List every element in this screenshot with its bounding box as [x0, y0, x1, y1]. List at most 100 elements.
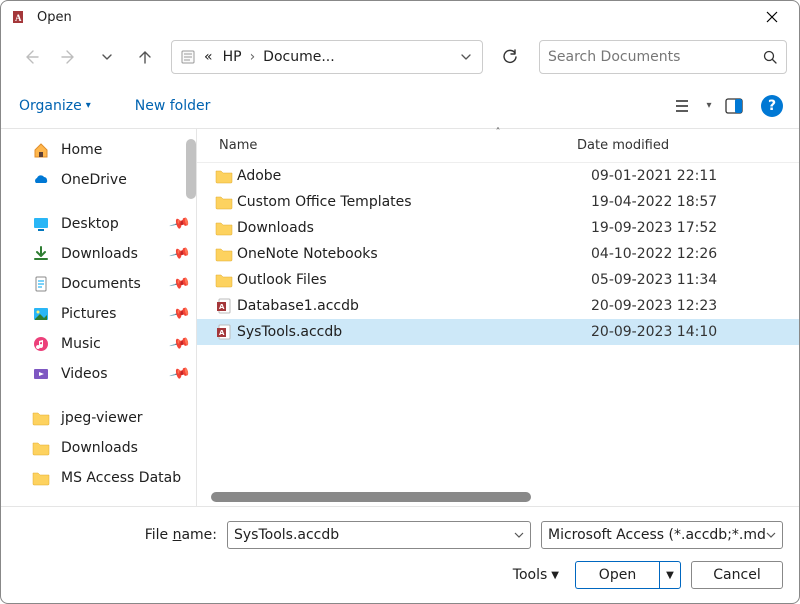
new-folder-button[interactable]: New folder	[133, 94, 213, 118]
tree-item-onedrive[interactable]: OneDrive	[1, 165, 196, 195]
organize-menu[interactable]: Organize ▾	[17, 94, 93, 118]
svg-text:A: A	[219, 329, 225, 337]
column-headers: ˄ Name Date modified	[197, 129, 799, 163]
pin-icon: 📌	[168, 333, 191, 356]
close-button[interactable]	[749, 1, 795, 33]
search-icon	[762, 49, 778, 65]
pictures-icon	[31, 305, 51, 323]
file-list: ˄ Name Date modified Adobe09-01-2021 22:…	[197, 129, 799, 506]
help-button[interactable]: ?	[761, 95, 783, 117]
file-row[interactable]: OneNote Notebooks04-10-2022 12:26	[197, 241, 799, 267]
navigation-tree[interactable]: HomeOneDrive Desktop📌Downloads📌Documents…	[1, 129, 197, 506]
file-date: 04-10-2022 12:26	[591, 246, 799, 262]
folder-icon	[211, 246, 237, 262]
music-icon	[31, 335, 51, 353]
view-menu[interactable]	[667, 89, 701, 123]
file-name: Adobe	[237, 168, 591, 184]
file-date: 19-09-2023 17:52	[591, 220, 799, 236]
tree-item-folder[interactable]: jpeg-viewer	[1, 403, 196, 433]
pin-icon: 📌	[168, 213, 191, 236]
file-date: 19-04-2022 18:57	[591, 194, 799, 210]
preview-pane-button[interactable]	[717, 89, 751, 123]
file-row[interactable]: Downloads19-09-2023 17:52	[197, 215, 799, 241]
tree-item-music[interactable]: Music📌	[1, 329, 196, 359]
svg-text:A: A	[219, 303, 225, 311]
file-date: 05-09-2023 11:34	[591, 272, 799, 288]
address-bar[interactable]: « HP › Docume...	[171, 40, 483, 74]
folder-icon	[31, 470, 51, 486]
tree-item-documents[interactable]: Documents📌	[1, 269, 196, 299]
open-split-button[interactable]: ▼	[659, 561, 681, 589]
folder-icon	[211, 220, 237, 236]
title-bar: A Open	[1, 1, 799, 33]
file-date: 20-09-2023 14:10	[591, 324, 799, 340]
file-row[interactable]: Custom Office Templates19-04-2022 18:57	[197, 189, 799, 215]
file-type-filter[interactable]: Microsoft Access (*.accdb;*.mdl	[541, 521, 783, 549]
tree-item-folder[interactable]: Downloads	[1, 433, 196, 463]
svg-text:A: A	[15, 13, 22, 23]
file-row[interactable]: ASysTools.accdb20-09-2023 14:10	[197, 319, 799, 345]
tree-scrollbar[interactable]	[186, 139, 196, 199]
filter-dropdown-icon[interactable]	[766, 530, 776, 540]
tree-item-downloads[interactable]: Downloads📌	[1, 239, 196, 269]
caret-down-icon: ▼	[551, 570, 559, 581]
folder-icon	[31, 410, 51, 426]
file-name: Database1.accdb	[237, 298, 591, 314]
horizontal-scrollbar[interactable]	[211, 492, 531, 502]
desktop-icon	[31, 215, 51, 233]
view-menu-caret[interactable]: ▾	[701, 89, 717, 123]
file-date: 20-09-2023 12:23	[591, 298, 799, 314]
breadcrumb-seg-0[interactable]: HP	[219, 47, 246, 67]
file-date: 09-01-2021 22:11	[591, 168, 799, 184]
videos-icon	[31, 365, 51, 383]
tools-menu[interactable]: Tools ▼	[513, 567, 565, 583]
tree-item-desktop[interactable]: Desktop📌	[1, 209, 196, 239]
footer: File name: SysTools.accdb Microsoft Acce…	[1, 506, 799, 603]
search-input[interactable]: Search Documents	[539, 40, 787, 74]
file-name: OneNote Notebooks	[237, 246, 591, 262]
access-file-icon: A	[211, 298, 237, 314]
command-bar: Organize ▾ New folder ▾ ?	[1, 83, 799, 129]
downloads-g-icon	[31, 245, 51, 263]
column-header-date[interactable]: Date modified	[577, 138, 799, 153]
column-header-name[interactable]: Name	[197, 138, 577, 153]
folder-icon	[211, 168, 237, 184]
tree-item-videos[interactable]: Videos📌	[1, 359, 196, 389]
filename-label: File name:	[17, 527, 217, 543]
file-name: Outlook Files	[237, 272, 591, 288]
breadcrumb-overflow[interactable]: «	[200, 47, 217, 67]
breadcrumb-seg-1[interactable]: Docume...	[259, 47, 339, 67]
content-area: HomeOneDrive Desktop📌Downloads📌Documents…	[1, 129, 799, 506]
filename-input[interactable]: SysTools.accdb	[227, 521, 531, 549]
tree-item-folder[interactable]: MS Access Datab	[1, 463, 196, 493]
caret-down-icon: ▾	[86, 100, 91, 111]
file-row[interactable]: Adobe09-01-2021 22:11	[197, 163, 799, 189]
forward-button[interactable]	[51, 39, 87, 75]
file-row[interactable]: A Database1.accdb20-09-2023 12:23	[197, 293, 799, 319]
pin-icon: 📌	[168, 243, 191, 266]
window-title: Open	[37, 10, 72, 25]
search-placeholder: Search Documents	[548, 49, 680, 65]
filename-history-icon[interactable]	[514, 530, 524, 540]
filename-value: SysTools.accdb	[234, 527, 339, 543]
back-button[interactable]	[13, 39, 49, 75]
folder-icon	[211, 194, 237, 210]
tree-item-home[interactable]: Home	[1, 135, 196, 165]
home-icon	[31, 141, 51, 159]
chevron-right-icon[interactable]: ›	[248, 49, 258, 65]
nav-bar: « HP › Docume... Search Documents	[1, 33, 799, 83]
up-button[interactable]	[127, 39, 163, 75]
folder-icon	[211, 272, 237, 288]
open-button[interactable]: Open	[575, 561, 659, 589]
location-icon	[178, 49, 198, 65]
file-name: Custom Office Templates	[237, 194, 591, 210]
recent-locations-button[interactable]	[89, 39, 125, 75]
address-dropdown-icon[interactable]	[456, 51, 476, 63]
folder-icon	[31, 440, 51, 456]
sort-indicator-icon: ˄	[197, 127, 799, 138]
file-row[interactable]: Outlook Files05-09-2023 11:34	[197, 267, 799, 293]
refresh-button[interactable]	[491, 40, 529, 74]
documents-icon	[31, 275, 51, 293]
cancel-button[interactable]: Cancel	[691, 561, 783, 589]
tree-item-pictures[interactable]: Pictures📌	[1, 299, 196, 329]
